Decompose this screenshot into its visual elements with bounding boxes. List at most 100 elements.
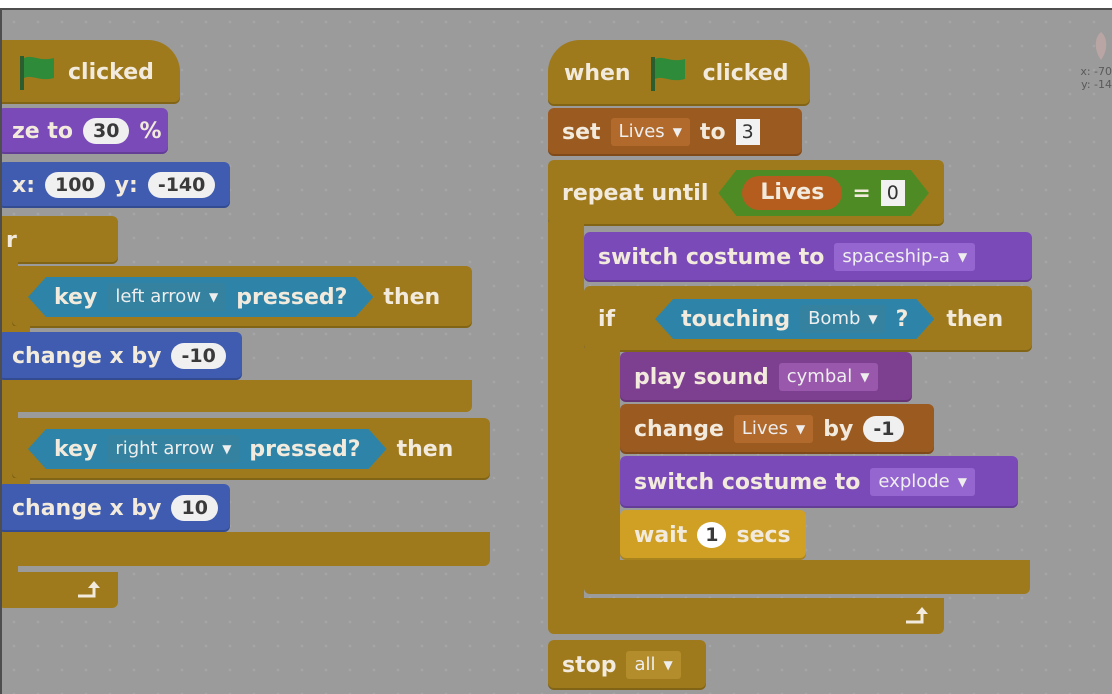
x-input[interactable]: 100	[45, 172, 105, 198]
change-x-right-block[interactable]: change x by 10	[2, 484, 230, 532]
if-left-end	[12, 380, 472, 412]
to-label: to	[699, 119, 726, 145]
set-value-input[interactable]: 3	[735, 119, 760, 145]
dropdown-triangle-icon: ▼	[796, 422, 806, 436]
touching-value: Bomb	[808, 308, 861, 329]
key-value: left arrow	[115, 286, 202, 307]
variable-dropdown[interactable]: Lives ▼	[733, 415, 814, 443]
go-to-xy-block[interactable]: x: 100 y: -140	[2, 162, 230, 208]
costume-dropdown[interactable]: explode ▼	[870, 468, 975, 496]
variable-dropdown[interactable]: Lives ▼	[610, 118, 690, 146]
costume-value: spaceship-a	[842, 246, 950, 267]
switch-costume-label: switch costume to	[634, 469, 861, 495]
dropdown-triangle-icon: ▼	[957, 475, 967, 489]
variable-value: Lives	[618, 121, 665, 142]
then-label: then	[946, 306, 1004, 332]
change-x-input[interactable]: 10	[171, 495, 218, 521]
sound-dropdown[interactable]: cymbal ▼	[778, 363, 878, 391]
set-size-block[interactable]: ze to 30 %	[2, 108, 168, 154]
dropdown-triangle-icon: ▼	[868, 312, 878, 326]
change-x-label: change x by	[12, 343, 162, 369]
play-sound-label: play sound	[634, 364, 769, 390]
dropdown-triangle-icon: ▼	[957, 250, 968, 264]
sound-value: cymbal	[786, 366, 853, 387]
if-touching-block[interactable]: if touching Bomb ▼ ? then	[584, 286, 1032, 352]
y-input[interactable]: -140	[147, 172, 216, 198]
key-label: key	[54, 284, 98, 310]
when-label: when	[564, 60, 631, 86]
clicked-label: clicked	[68, 59, 154, 85]
wait-label: wait	[634, 522, 688, 548]
key-dropdown[interactable]: right arrow ▼	[107, 435, 239, 463]
stop-all-block[interactable]: stop all ▼	[548, 640, 706, 690]
key-value: right arrow	[115, 438, 215, 459]
change-x-label: change x by	[12, 495, 162, 521]
change-x-left-block[interactable]: change x by -10	[2, 332, 242, 380]
then-label: then	[383, 284, 441, 310]
loop-arrow-icon	[906, 607, 928, 624]
scripts-area[interactable]: clicked ze to 30 % x: 100 y: -140 r key …	[0, 8, 1112, 694]
sprite-thumbnail-icon	[1095, 32, 1107, 60]
switch-costume-spaceship-block[interactable]: switch costume to spaceship-a ▼	[584, 232, 1032, 282]
green-flag-icon	[650, 57, 685, 91]
equals-operator[interactable]: Lives = 0	[718, 170, 928, 216]
lives-reporter[interactable]: Lives	[742, 176, 842, 210]
secs-label: secs	[736, 522, 791, 548]
if-touching-arm	[584, 348, 620, 570]
when-flag-clicked-block[interactable]: when clicked	[548, 40, 810, 106]
variable-value: Lives	[741, 418, 789, 439]
stop-dropdown[interactable]: all ▼	[626, 651, 681, 679]
set-size-label: ze to	[12, 118, 74, 144]
dropdown-triangle-icon: ▼	[222, 442, 232, 456]
play-sound-block[interactable]: play sound cymbal ▼	[620, 352, 912, 402]
x-label: x:	[12, 172, 35, 198]
repeat-until-block[interactable]: repeat until Lives = 0	[548, 160, 944, 226]
sprite-position-readout: x: -70 y: -14	[1068, 30, 1112, 91]
switch-costume-label: switch costume to	[598, 244, 825, 270]
dropdown-triangle-icon: ▼	[663, 658, 673, 672]
key-dropdown[interactable]: left arrow ▼	[107, 283, 226, 311]
repeat-until-label: repeat until	[562, 180, 709, 206]
question-mark: ?	[895, 306, 909, 332]
when-flag-clicked-block[interactable]: clicked	[2, 40, 180, 104]
change-label: change	[634, 416, 724, 442]
repeat-until-arm	[548, 222, 584, 608]
change-value-input[interactable]: -1	[863, 416, 905, 442]
forever-block[interactable]: r	[2, 216, 118, 264]
percent-label: %	[139, 118, 162, 144]
compare-value-input[interactable]: 0	[881, 180, 905, 206]
stop-label: stop	[562, 652, 617, 678]
change-lives-block[interactable]: change Lives ▼ by -1	[620, 404, 934, 454]
if-label: if	[598, 306, 616, 332]
by-label: by	[823, 416, 854, 442]
y-label: y:	[114, 172, 138, 198]
sprite-y-label: y: -14	[1081, 78, 1112, 91]
key-label: key	[54, 436, 98, 462]
then-label: then	[396, 436, 454, 462]
if-right-arrow-block[interactable]: key right arrow ▼ pressed? then	[12, 418, 490, 480]
key-pressed-right-boolean[interactable]: key right arrow ▼ pressed?	[28, 429, 387, 469]
dropdown-triangle-icon: ▼	[209, 290, 219, 304]
set-label: set	[562, 119, 601, 145]
switch-costume-explode-block[interactable]: switch costume to explode ▼	[620, 456, 1018, 508]
touching-label: touching	[681, 306, 791, 332]
forever-end	[2, 572, 118, 608]
size-input[interactable]: 30	[83, 118, 130, 144]
wait-input[interactable]: 1	[697, 522, 727, 548]
dropdown-triangle-icon: ▼	[672, 125, 682, 139]
key-pressed-left-boolean[interactable]: key left arrow ▼ pressed?	[28, 277, 373, 317]
if-right-end	[12, 532, 490, 566]
set-lives-block[interactable]: set Lives ▼ to 3	[548, 108, 802, 156]
repeat-until-end	[548, 598, 944, 634]
forever-label: r	[6, 227, 17, 253]
equals-sign: =	[852, 180, 871, 206]
touching-dropdown[interactable]: Bomb ▼	[800, 305, 886, 333]
costume-value: explode	[878, 471, 950, 492]
if-left-arrow-block[interactable]: key left arrow ▼ pressed? then	[12, 266, 472, 328]
touching-boolean[interactable]: touching Bomb ▼ ?	[655, 299, 934, 339]
change-x-input[interactable]: -10	[171, 343, 226, 369]
stop-value: all	[634, 654, 656, 675]
costume-dropdown[interactable]: spaceship-a ▼	[834, 243, 976, 271]
wait-block[interactable]: wait 1 secs	[620, 510, 806, 560]
pressed-label: pressed?	[249, 436, 361, 462]
